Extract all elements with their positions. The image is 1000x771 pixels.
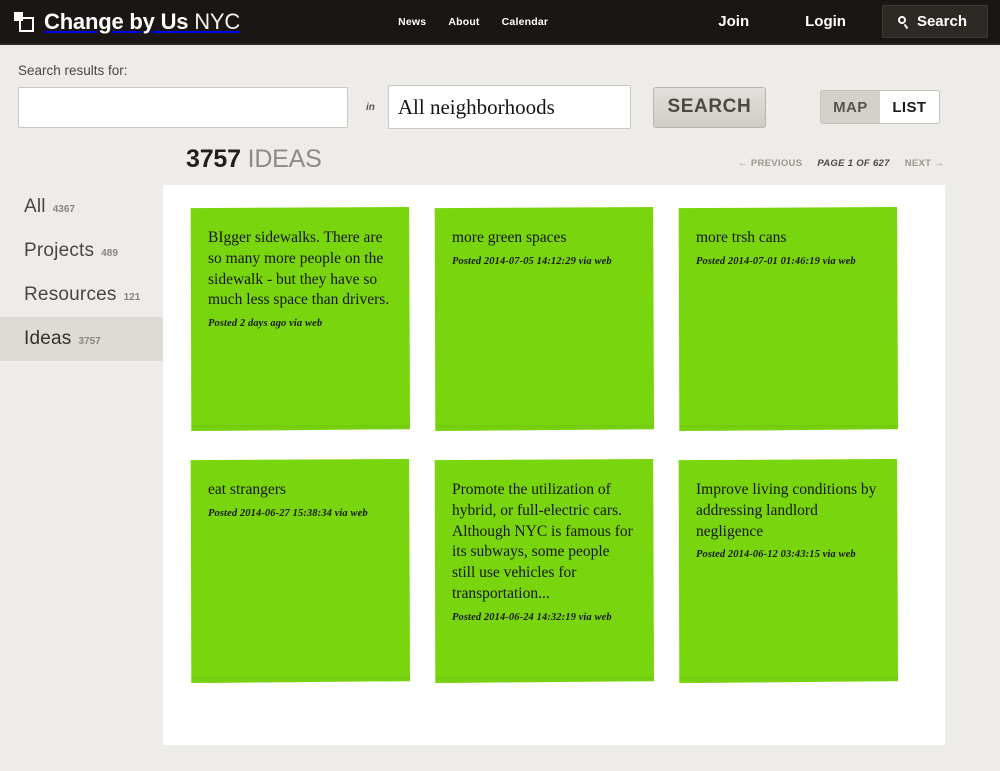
idea-card[interactable]: Promote the utilization of hybrid, or fu… [434,459,654,683]
sidebar-item-count: 3757 [78,336,100,347]
header-search-button[interactable]: Search [882,5,988,38]
brand-title-sub: NYC [194,9,240,34]
magnifier-icon [898,16,910,28]
idea-card-title: more trsh cans [696,228,880,249]
view-mode-toggle: MAP LIST [820,90,940,124]
brand-title: Change by Us NYC [44,9,240,35]
sidebar-item-label: Ideas [24,328,71,350]
sidebar-item-ideas[interactable]: Ideas 3757 [0,317,163,361]
primary-nav: News About Calendar [398,16,548,28]
results-count-number: 3757 [186,145,241,173]
sidebar-item-label: Projects [24,240,94,262]
search-results-label: Search results for: [18,63,1000,78]
pagination: ← PREVIOUS PAGE 1 OF 627 NEXT → [738,158,944,169]
idea-card-title: more green spaces [452,228,636,249]
idea-card[interactable]: BIgger sidewalks. There are so many more… [190,207,410,431]
search-submit-button[interactable]: SEARCH [653,87,766,128]
idea-card-title: Improve living conditions by addressing … [696,480,880,542]
idea-card-title: Promote the utilization of hybrid, or fu… [452,480,636,605]
idea-card-meta: Posted 2 days ago via web [208,318,392,329]
nav-item-news[interactable]: News [398,16,426,28]
filter-sidebar: All 4367 Projects 489 Resources 121 Idea… [0,185,163,361]
sidebar-item-projects[interactable]: Projects 489 [0,229,163,273]
pagination-previous[interactable]: ← PREVIOUS [738,158,802,169]
search-bar: Search results for: in SEARCH MAP LIST [0,45,1000,129]
login-link[interactable]: Login [777,13,874,30]
results-count-label: IDEAS [248,145,322,173]
idea-card-title: BIgger sidewalks. There are so many more… [208,228,392,311]
header-search-label: Search [917,13,967,30]
neighborhood-input[interactable] [388,85,631,129]
sidebar-item-all[interactable]: All 4367 [0,185,163,229]
view-mode-list[interactable]: LIST [880,91,939,123]
pagination-current-page: PAGE 1 OF 627 [817,158,889,169]
in-label: in [366,102,375,113]
results-count: 3757 IDEAS [186,145,322,174]
idea-card-meta: Posted 2014-06-12 03:43:15 via web [696,549,880,560]
sidebar-item-count: 4367 [53,204,75,215]
nav-item-calendar[interactable]: Calendar [502,16,549,28]
join-link[interactable]: Join [690,13,777,30]
pagination-next[interactable]: NEXT → [905,158,944,169]
brand-title-main: Change by Us [44,9,188,34]
sidebar-item-resources[interactable]: Resources 121 [0,273,163,317]
idea-card[interactable]: eat strangers Posted 2014-06-27 15:38:34… [190,459,410,683]
sidebar-item-label: Resources [24,284,117,306]
idea-card-meta: Posted 2014-07-05 14:12:29 via web [452,256,636,267]
account-nav: Join Login Search [690,5,988,38]
sidebar-item-count: 489 [101,248,118,259]
idea-card[interactable]: more trsh cans Posted 2014-07-01 01:46:1… [678,207,898,431]
idea-card-grid: BIgger sidewalks. There are so many more… [163,207,945,683]
idea-card-meta: Posted 2014-06-24 14:32:19 via web [452,612,636,623]
sidebar-item-label: All [24,196,46,218]
idea-card-meta: Posted 2014-07-01 01:46:19 via web [696,256,880,267]
two-squares-logo-icon [14,12,35,32]
results-panel: BIgger sidewalks. There are so many more… [163,185,945,745]
page-body: All 4367 Projects 489 Resources 121 Idea… [0,185,1000,745]
view-mode-map[interactable]: MAP [821,91,880,123]
search-input[interactable] [18,87,348,128]
idea-card-meta: Posted 2014-06-27 15:38:34 via web [208,508,392,519]
search-controls-row: in SEARCH MAP LIST [18,85,1000,129]
sidebar-item-count: 121 [124,292,141,303]
idea-card[interactable]: more green spaces Posted 2014-07-05 14:1… [434,207,654,431]
site-header: Change by Us NYC News About Calendar Joi… [0,0,1000,45]
results-header: 3757 IDEAS ← PREVIOUS PAGE 1 OF 627 NEXT… [0,145,1000,185]
brand-logo-link[interactable]: Change by Us NYC [14,9,240,35]
nav-item-about[interactable]: About [448,16,479,28]
idea-card[interactable]: Improve living conditions by addressing … [678,459,898,683]
idea-card-title: eat strangers [208,480,392,501]
